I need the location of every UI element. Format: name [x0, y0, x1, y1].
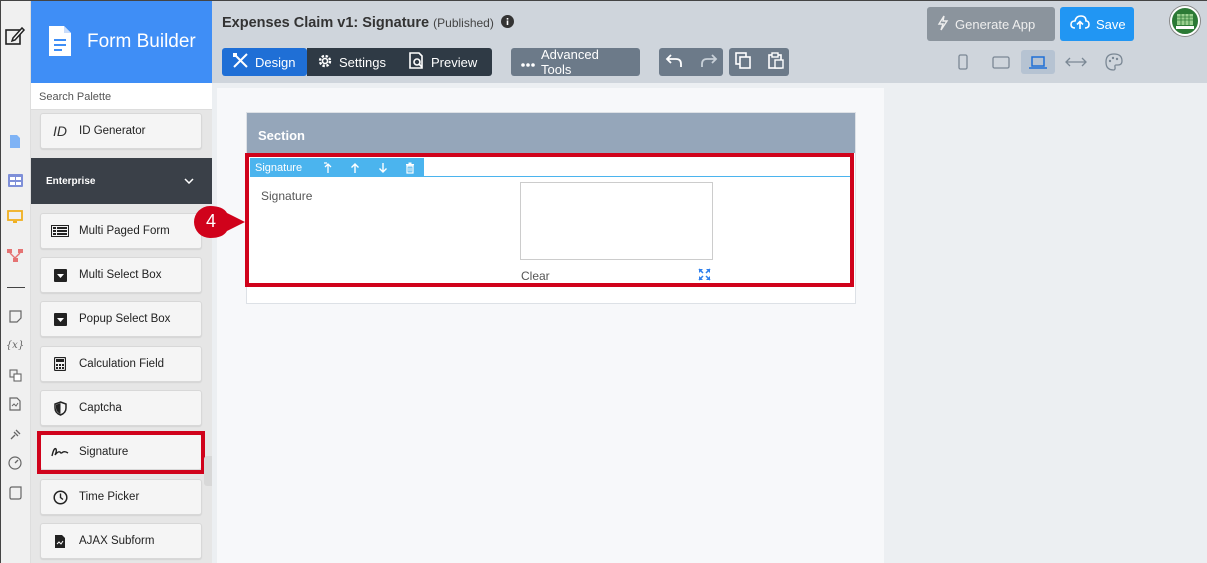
- tab-label: Design: [255, 54, 296, 70]
- viewport-fullwidth-icon[interactable]: [1059, 50, 1093, 74]
- variable-icon[interactable]: {x}: [6, 337, 24, 353]
- tab-preview[interactable]: Preview: [399, 48, 492, 76]
- info-icon[interactable]: [500, 15, 514, 32]
- generate-app-label: Generate App: [955, 16, 1036, 32]
- app-title: Expenses Claim v1: Signature (Published): [222, 15, 514, 32]
- shield-icon: [51, 399, 69, 417]
- workflow-icon[interactable]: [7, 247, 23, 263]
- dropdown-icon: [51, 310, 69, 328]
- multi-page-icon: [51, 222, 69, 240]
- signature-highlight-box: [37, 431, 205, 474]
- viewport-laptop-icon[interactable]: [1021, 50, 1055, 74]
- palette-header: Form Builder: [31, 1, 212, 83]
- signature-field-highlight-box: [245, 153, 854, 287]
- dropdown-icon: [51, 266, 69, 284]
- copy-icon[interactable]: [734, 52, 751, 72]
- palette-item-label: AJAX Subform: [79, 535, 155, 547]
- avatar[interactable]: [1170, 6, 1200, 36]
- palette-title: Form Builder: [87, 31, 196, 52]
- rail-divider: [7, 287, 25, 288]
- enterprise-group-header[interactable]: Enterprise: [31, 158, 212, 204]
- dashboard-icon[interactable]: [7, 455, 23, 471]
- top-toolbar: Expenses Claim v1: Signature (Published)…: [212, 1, 1207, 83]
- theme-palette-icon[interactable]: [1097, 50, 1131, 74]
- copy-paste-group: [729, 48, 789, 76]
- palette-item-label: Multi Select Box: [79, 269, 162, 281]
- paste-icon[interactable]: [767, 52, 784, 72]
- id-icon: ID: [53, 123, 67, 139]
- viewport-tablet-icon[interactable]: [984, 50, 1018, 74]
- preview-icon: [409, 52, 425, 72]
- form-title: Expenses Claim v1: Signature: [222, 15, 430, 31]
- form-palette: Form Builder Search Palette ID ID Genera…: [31, 1, 212, 563]
- palette-item-label: ID Generator: [79, 125, 146, 137]
- monitor-icon[interactable]: [7, 209, 23, 225]
- palette-item-label: Captcha: [79, 402, 122, 414]
- palette-item-label: Multi Paged Form: [79, 225, 170, 237]
- note-icon[interactable]: [7, 308, 23, 324]
- tab-label: Preview: [431, 54, 478, 70]
- more-dots-icon: [521, 55, 535, 70]
- document-icon: [51, 532, 69, 550]
- gear-icon: [317, 53, 333, 72]
- edit-icon[interactable]: [4, 25, 26, 47]
- palette-item-calculation-field[interactable]: Calculation Field: [40, 346, 202, 382]
- palette-item-time-picker[interactable]: Time Picker: [40, 479, 202, 515]
- design-tools-icon: [232, 52, 249, 72]
- palette-item-ajax-subform[interactable]: AJAX Subform: [40, 523, 202, 559]
- chevron-down-icon: [184, 176, 194, 187]
- tab-design[interactable]: Design: [222, 48, 307, 76]
- palette-collapse-handle[interactable]: [204, 456, 212, 486]
- generate-app-button[interactable]: Generate App: [927, 7, 1055, 41]
- palette-item-multi-paged-form[interactable]: Multi Paged Form: [40, 213, 202, 249]
- publish-status: (Published): [433, 16, 494, 30]
- scroll-icon[interactable]: [7, 485, 23, 501]
- lightning-icon: [937, 15, 949, 34]
- form-builder-icon: [47, 25, 73, 60]
- calculator-icon: [51, 355, 69, 373]
- palette-item-label: Popup Select Box: [79, 313, 171, 325]
- palette-item-captcha[interactable]: Captcha: [40, 390, 202, 426]
- clock-icon: [51, 488, 69, 506]
- palette-item-label: Time Picker: [79, 491, 140, 503]
- tab-label: Settings: [339, 54, 386, 70]
- palette-item-id-generator[interactable]: ID ID Generator: [40, 113, 202, 149]
- report-icon[interactable]: [7, 396, 23, 412]
- cloud-upload-icon: [1070, 15, 1090, 33]
- step-number: 4: [205, 211, 216, 231]
- group-label: Enterprise: [46, 175, 96, 187]
- search-palette-input[interactable]: Search Palette: [31, 83, 212, 110]
- palette-item-label: Calculation Field: [79, 358, 165, 370]
- viewport-phone-icon[interactable]: [946, 50, 980, 74]
- save-button[interactable]: Save: [1060, 7, 1134, 41]
- advanced-tools-label: Advanced Tools: [541, 47, 599, 77]
- redo-icon[interactable]: [700, 53, 718, 72]
- left-icon-rail: {x}: [1, 1, 31, 563]
- step-callout: 4: [193, 205, 247, 239]
- form-icon[interactable]: [7, 133, 23, 149]
- list-icon[interactable]: [7, 172, 23, 188]
- palette-item-popup-select-box[interactable]: Popup Select Box: [40, 301, 202, 337]
- tab-settings[interactable]: Settings: [307, 48, 399, 76]
- advanced-tools-button[interactable]: Advanced Tools: [511, 47, 640, 77]
- section-title: Section: [247, 113, 855, 153]
- translate-icon[interactable]: [7, 367, 23, 383]
- undo-redo-group: [659, 48, 723, 76]
- save-label: Save: [1096, 16, 1126, 32]
- undo-icon[interactable]: [665, 53, 683, 72]
- plugin-icon[interactable]: [7, 426, 23, 442]
- palette-item-multi-select-box[interactable]: Multi Select Box: [40, 257, 202, 293]
